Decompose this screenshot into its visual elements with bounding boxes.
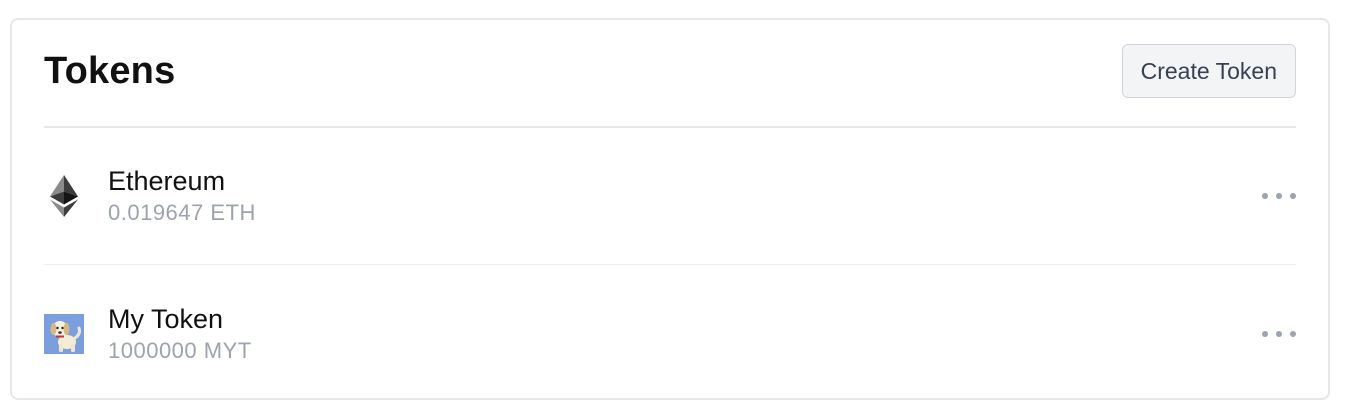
page-title: Tokens <box>44 49 176 92</box>
dot <box>1262 330 1268 337</box>
token-info: My Token 1000000 MYT <box>108 302 252 366</box>
dot <box>1276 192 1282 199</box>
token-name: Ethereum <box>108 165 226 196</box>
dot <box>1290 330 1296 337</box>
token-balance: 1000000 MYT <box>108 337 252 363</box>
tokens-card: Tokens Create Token Ethereum 0.019647 ET… <box>10 18 1330 400</box>
token-name: My Token <box>108 303 224 334</box>
tokens-card-header: Tokens Create Token <box>44 20 1296 128</box>
token-row-my-token[interactable]: My Token 1000000 MYT <box>44 264 1296 402</box>
more-options-icon[interactable] <box>1262 322 1296 346</box>
token-balance: 0.019647 ETH <box>108 199 256 225</box>
token-row-ethereum[interactable]: Ethereum 0.019647 ETH <box>44 127 1296 264</box>
dot <box>1290 192 1296 199</box>
token-list: Ethereum 0.019647 ETH My Token 1000000 M… <box>44 127 1296 402</box>
dot <box>1262 192 1268 199</box>
more-options-icon[interactable] <box>1262 184 1296 208</box>
token-info: Ethereum 0.019647 ETH <box>108 164 256 228</box>
create-token-button[interactable]: Create Token <box>1121 44 1296 98</box>
dog-avatar-icon <box>44 313 84 354</box>
ethereum-icon <box>44 174 84 217</box>
dot <box>1276 330 1282 337</box>
